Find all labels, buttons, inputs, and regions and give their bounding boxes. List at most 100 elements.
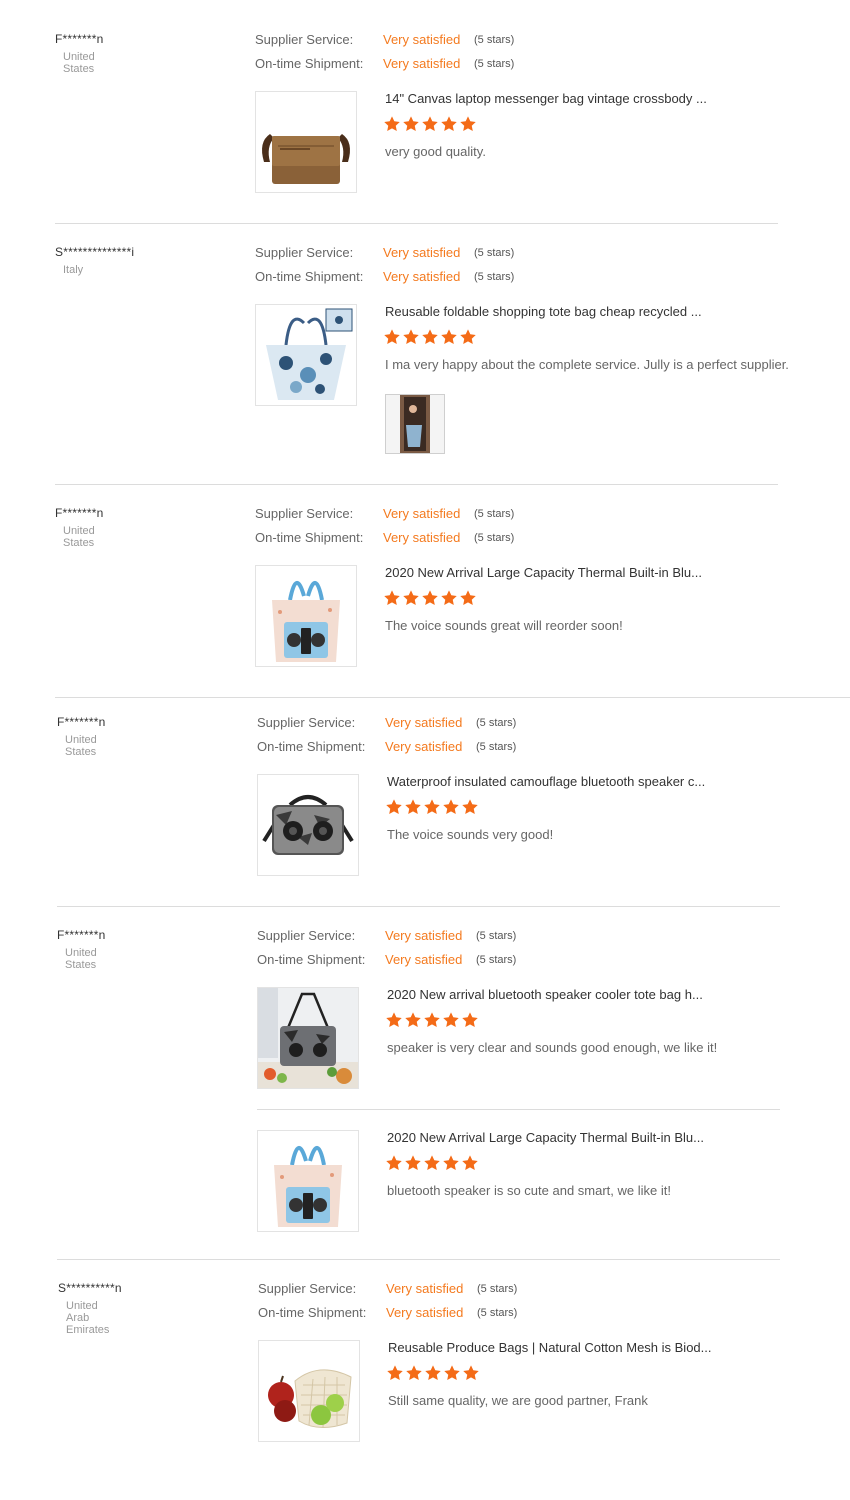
- review-divider: [55, 223, 778, 224]
- star-icon: [424, 1364, 442, 1382]
- product-title[interactable]: Reusable Produce Bags | Natural Cotton M…: [388, 1340, 712, 1355]
- supplier-service-label: Supplier Service:: [255, 245, 354, 260]
- product-thumbnail[interactable]: [257, 774, 359, 876]
- on-time-shipment-stars: (5 stars): [474, 532, 515, 544]
- customer-photo-icon: [386, 395, 444, 453]
- on-time-shipment-stars: (5 stars): [476, 741, 517, 753]
- product-thumbnail[interactable]: [255, 304, 357, 406]
- review-comment: The voice sounds very good!: [387, 827, 554, 842]
- product-thumbnail[interactable]: [257, 1130, 359, 1232]
- reviewer-country: United States: [63, 525, 95, 549]
- star-icon: [442, 1011, 460, 1029]
- tote-bag-icon: [266, 308, 353, 400]
- star-icon: [383, 328, 401, 346]
- on-time-shipment-stars: (5 stars): [474, 58, 515, 70]
- reviewer-name: S**********n: [58, 1281, 122, 1295]
- reviewer-country: Italy: [63, 264, 84, 276]
- star-icon: [421, 589, 439, 607]
- star-icon: [423, 1011, 441, 1029]
- rating-stars: [385, 1154, 480, 1172]
- review-divider: [55, 697, 850, 698]
- on-time-shipment-label: On-time Shipment:: [257, 739, 366, 754]
- supplier-service-value: Very satisfied: [386, 1281, 464, 1296]
- on-time-shipment-value: Very satisfied: [383, 530, 461, 545]
- reviewer-name: F*******n: [55, 32, 104, 46]
- star-icon: [421, 115, 439, 133]
- product-thumbnail[interactable]: [255, 91, 357, 193]
- rating-stars: [383, 328, 478, 346]
- speaker-cooler-icon: [262, 795, 354, 855]
- speaker-tote-icon: [272, 581, 340, 662]
- product-thumbnail[interactable]: [255, 565, 357, 667]
- on-time-shipment-row: On-time Shipment: Very satisfied (5 star…: [257, 952, 617, 976]
- star-icon: [404, 798, 422, 816]
- product-title[interactable]: Reusable foldable shopping tote bag chea…: [385, 304, 702, 319]
- star-icon: [404, 1011, 422, 1029]
- product-thumbnail[interactable]: [258, 1340, 360, 1442]
- review-divider: [55, 484, 778, 485]
- star-icon: [442, 1154, 460, 1172]
- star-icon: [385, 1011, 403, 1029]
- star-icon: [461, 798, 479, 816]
- on-time-shipment-value: Very satisfied: [385, 952, 463, 967]
- on-time-shipment-row: On-time Shipment: Very satisfied (5 star…: [255, 56, 615, 80]
- star-icon: [423, 1154, 441, 1172]
- supplier-service-label: Supplier Service:: [257, 715, 356, 730]
- product-title[interactable]: 14" Canvas laptop messenger bag vintage …: [385, 91, 707, 106]
- on-time-shipment-value: Very satisfied: [383, 56, 461, 71]
- star-icon: [385, 1154, 403, 1172]
- on-time-shipment-stars: (5 stars): [474, 271, 515, 283]
- on-time-shipment-label: On-time Shipment:: [258, 1305, 367, 1320]
- review-comment: The voice sounds great will reorder soon…: [385, 618, 623, 633]
- messenger-bag-icon: [262, 134, 350, 184]
- star-icon: [383, 589, 401, 607]
- on-time-shipment-row: On-time Shipment: Very satisfied (5 star…: [255, 269, 615, 293]
- supplier-ratings: Supplier Service: Very satisfied (5 star…: [257, 715, 617, 763]
- supplier-service-label: Supplier Service:: [257, 928, 356, 943]
- rating-stars: [383, 115, 478, 133]
- reviewer-name: F*******n: [57, 928, 106, 942]
- supplier-service-value: Very satisfied: [383, 32, 461, 47]
- product-review: 2020 New Arrival Large Capacity Thermal …: [257, 1130, 837, 1232]
- supplier-service-stars: (5 stars): [476, 717, 517, 729]
- supplier-service-label: Supplier Service:: [255, 506, 354, 521]
- reviewer-country: United States: [63, 51, 95, 75]
- product-title[interactable]: 2020 New Arrival Large Capacity Thermal …: [387, 1130, 704, 1145]
- product-title[interactable]: Waterproof insulated camouflage bluetoot…: [387, 774, 705, 789]
- produce-bag-icon: [268, 1369, 352, 1428]
- on-time-shipment-value: Very satisfied: [385, 739, 463, 754]
- supplier-service-row: Supplier Service: Very satisfied (5 star…: [255, 506, 615, 530]
- reviewer-country: United States: [65, 734, 97, 758]
- star-icon: [386, 1364, 404, 1382]
- supplier-service-stars: (5 stars): [474, 508, 515, 520]
- product-review: 14" Canvas laptop messenger bag vintage …: [255, 91, 835, 193]
- supplier-service-stars: (5 stars): [476, 930, 517, 942]
- on-time-shipment-label: On-time Shipment:: [255, 56, 364, 71]
- product-title[interactable]: 2020 New Arrival Large Capacity Thermal …: [385, 565, 702, 580]
- product-review: 2020 New Arrival Large Capacity Thermal …: [255, 565, 835, 667]
- star-icon: [385, 798, 403, 816]
- star-icon: [459, 115, 477, 133]
- star-icon: [421, 328, 439, 346]
- on-time-shipment-row: On-time Shipment: Very satisfied (5 star…: [257, 739, 617, 763]
- review-comment: Still same quality, we are good partner,…: [388, 1393, 648, 1408]
- product-title[interactable]: 2020 New arrival bluetooth speaker coole…: [387, 987, 703, 1002]
- supplier-service-value: Very satisfied: [385, 715, 463, 730]
- star-icon: [404, 1154, 422, 1172]
- star-icon: [462, 1364, 480, 1382]
- supplier-service-value: Very satisfied: [385, 928, 463, 943]
- on-time-shipment-value: Very satisfied: [383, 269, 461, 284]
- star-icon: [402, 328, 420, 346]
- cooler-tote-icon: [258, 988, 358, 1088]
- supplier-service-row: Supplier Service: Very satisfied (5 star…: [257, 715, 617, 739]
- star-icon: [423, 798, 441, 816]
- supplier-ratings: Supplier Service: Very satisfied (5 star…: [257, 928, 617, 976]
- reviewer-name: F*******n: [55, 506, 104, 520]
- on-time-shipment-label: On-time Shipment:: [255, 530, 364, 545]
- product-thumbnail[interactable]: [257, 987, 359, 1089]
- rating-stars: [386, 1364, 481, 1382]
- product-divider: [257, 1109, 780, 1110]
- supplier-service-row: Supplier Service: Very satisfied (5 star…: [255, 245, 615, 269]
- rating-stars: [385, 1011, 480, 1029]
- review-photo[interactable]: [385, 394, 445, 454]
